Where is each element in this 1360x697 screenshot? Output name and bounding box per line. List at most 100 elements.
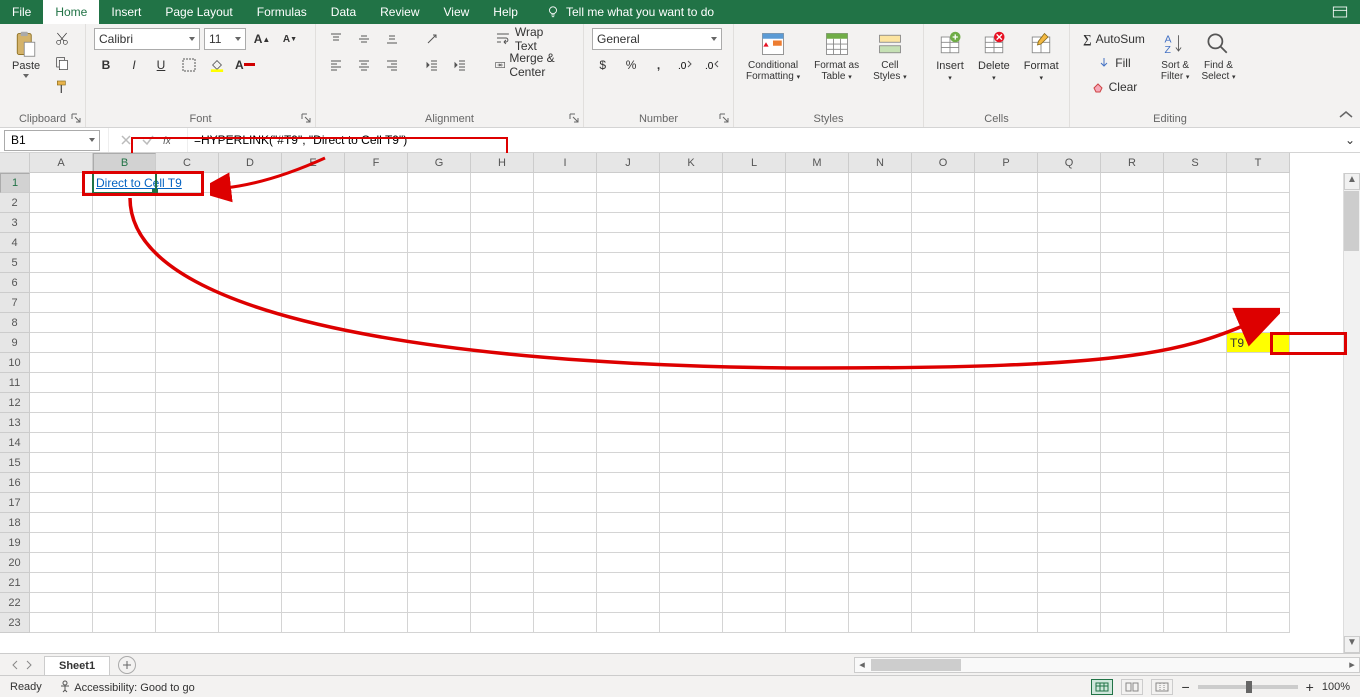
cell-B22[interactable] bbox=[93, 593, 156, 613]
cell-S21[interactable] bbox=[1164, 573, 1227, 593]
cell-H23[interactable] bbox=[471, 613, 534, 633]
cell-G19[interactable] bbox=[408, 533, 471, 553]
cell-O14[interactable] bbox=[912, 433, 975, 453]
cell-E4[interactable] bbox=[282, 233, 345, 253]
cell-N13[interactable] bbox=[849, 413, 912, 433]
cell-L7[interactable] bbox=[723, 293, 786, 313]
cell-B15[interactable] bbox=[93, 453, 156, 473]
cell-C13[interactable] bbox=[156, 413, 219, 433]
clear-button[interactable]: Clear bbox=[1078, 76, 1153, 98]
cell-F5[interactable] bbox=[345, 253, 408, 273]
format-cells-button[interactable]: Format▾ bbox=[1020, 28, 1063, 84]
cell-B3[interactable] bbox=[93, 213, 156, 233]
cell-J19[interactable] bbox=[597, 533, 660, 553]
cell-T16[interactable] bbox=[1227, 473, 1290, 493]
cell-R12[interactable] bbox=[1101, 393, 1164, 413]
cell-R7[interactable] bbox=[1101, 293, 1164, 313]
cell-A13[interactable] bbox=[30, 413, 93, 433]
zoom-in-button[interactable]: + bbox=[1306, 679, 1314, 695]
cell-B17[interactable] bbox=[93, 493, 156, 513]
row-header-17[interactable]: 17 bbox=[0, 493, 30, 513]
cell-B8[interactable] bbox=[93, 313, 156, 333]
cell-F18[interactable] bbox=[345, 513, 408, 533]
cell-S4[interactable] bbox=[1164, 233, 1227, 253]
cell-P15[interactable] bbox=[975, 453, 1038, 473]
cell-M12[interactable] bbox=[786, 393, 849, 413]
cell-G7[interactable] bbox=[408, 293, 471, 313]
cell-H18[interactable] bbox=[471, 513, 534, 533]
hscroll-thumb[interactable] bbox=[871, 659, 961, 671]
cell-K12[interactable] bbox=[660, 393, 723, 413]
cell-L11[interactable] bbox=[723, 373, 786, 393]
cell-S6[interactable] bbox=[1164, 273, 1227, 293]
cell-O8[interactable] bbox=[912, 313, 975, 333]
cell-M22[interactable] bbox=[786, 593, 849, 613]
sheet-nav-next-icon[interactable] bbox=[24, 660, 34, 670]
cell-E7[interactable] bbox=[282, 293, 345, 313]
cell-K2[interactable] bbox=[660, 193, 723, 213]
cell-F3[interactable] bbox=[345, 213, 408, 233]
cell-E14[interactable] bbox=[282, 433, 345, 453]
cell-D15[interactable] bbox=[219, 453, 282, 473]
cell-K10[interactable] bbox=[660, 353, 723, 373]
cell-B1[interactable]: Direct to Cell T9 bbox=[93, 173, 156, 193]
merge-center-button[interactable]: Merge & Center bbox=[488, 54, 575, 76]
cell-C18[interactable] bbox=[156, 513, 219, 533]
cell-Q1[interactable] bbox=[1038, 173, 1101, 193]
cell-S14[interactable] bbox=[1164, 433, 1227, 453]
cell-S5[interactable] bbox=[1164, 253, 1227, 273]
cell-L13[interactable] bbox=[723, 413, 786, 433]
decrease-decimal-button[interactable]: .0 bbox=[702, 54, 725, 76]
cell-Q22[interactable] bbox=[1038, 593, 1101, 613]
cell-L22[interactable] bbox=[723, 593, 786, 613]
tab-insert[interactable]: Insert bbox=[99, 0, 153, 24]
cell-B6[interactable] bbox=[93, 273, 156, 293]
cell-G15[interactable] bbox=[408, 453, 471, 473]
cell-S18[interactable] bbox=[1164, 513, 1227, 533]
cell-K8[interactable] bbox=[660, 313, 723, 333]
italic-button[interactable]: I bbox=[122, 54, 146, 76]
insert-function-icon[interactable]: fx bbox=[163, 133, 177, 147]
cell-H15[interactable] bbox=[471, 453, 534, 473]
cell-Q21[interactable] bbox=[1038, 573, 1101, 593]
cell-C16[interactable] bbox=[156, 473, 219, 493]
cell-D16[interactable] bbox=[219, 473, 282, 493]
zoom-out-button[interactable]: − bbox=[1181, 679, 1189, 695]
tab-formulas[interactable]: Formulas bbox=[245, 0, 319, 24]
cell-R17[interactable] bbox=[1101, 493, 1164, 513]
cell-G4[interactable] bbox=[408, 233, 471, 253]
cell-J6[interactable] bbox=[597, 273, 660, 293]
zoom-level[interactable]: 100% bbox=[1322, 681, 1350, 693]
cell-L12[interactable] bbox=[723, 393, 786, 413]
cell-O4[interactable] bbox=[912, 233, 975, 253]
cell-A22[interactable] bbox=[30, 593, 93, 613]
cell-M1[interactable] bbox=[786, 173, 849, 193]
find-select-button[interactable]: Find &Select ▾ bbox=[1197, 28, 1239, 84]
cell-D20[interactable] bbox=[219, 553, 282, 573]
cell-Q9[interactable] bbox=[1038, 333, 1101, 353]
cell-T15[interactable] bbox=[1227, 453, 1290, 473]
cell-R18[interactable] bbox=[1101, 513, 1164, 533]
cell-H2[interactable] bbox=[471, 193, 534, 213]
cell-N20[interactable] bbox=[849, 553, 912, 573]
cell-Q7[interactable] bbox=[1038, 293, 1101, 313]
cell-Q2[interactable] bbox=[1038, 193, 1101, 213]
cell-S8[interactable] bbox=[1164, 313, 1227, 333]
cell-M6[interactable] bbox=[786, 273, 849, 293]
cell-T18[interactable] bbox=[1227, 513, 1290, 533]
cell-S15[interactable] bbox=[1164, 453, 1227, 473]
font-size-select[interactable]: 11 bbox=[204, 28, 246, 50]
cell-N15[interactable] bbox=[849, 453, 912, 473]
cell-L1[interactable] bbox=[723, 173, 786, 193]
decrease-font-button[interactable]: A▼ bbox=[278, 28, 302, 50]
status-accessibility[interactable]: Accessibility: Good to go bbox=[58, 680, 195, 694]
cell-J11[interactable] bbox=[597, 373, 660, 393]
cell-G8[interactable] bbox=[408, 313, 471, 333]
row-header-20[interactable]: 20 bbox=[0, 553, 30, 573]
row-header-6[interactable]: 6 bbox=[0, 273, 30, 293]
tab-home[interactable]: Home bbox=[43, 0, 99, 24]
cell-T8[interactable] bbox=[1227, 313, 1290, 333]
cell-H8[interactable] bbox=[471, 313, 534, 333]
row-header-11[interactable]: 11 bbox=[0, 373, 30, 393]
cell-F19[interactable] bbox=[345, 533, 408, 553]
